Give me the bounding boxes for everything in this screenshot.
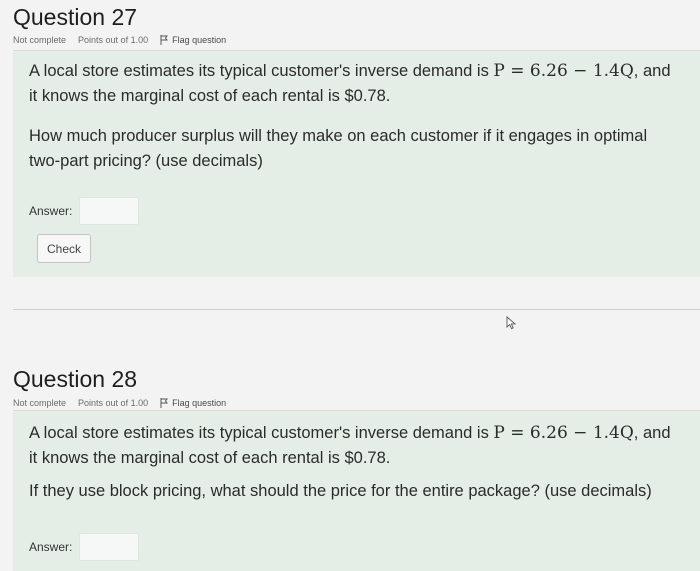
q28-answer-row: Answer: bbox=[29, 533, 139, 561]
q27-answer-input[interactable] bbox=[79, 197, 139, 225]
q28-answer-label: Answer: bbox=[29, 540, 73, 554]
question-27-title: Question 27 bbox=[13, 4, 138, 30]
q27-line1-end: , and bbox=[633, 62, 671, 80]
q27-status: Not complete bbox=[13, 35, 67, 45]
question-28-meta: Not complete Points out of 1.00 Flag que… bbox=[13, 398, 226, 408]
q27-formula: P = 6.26 − 1.4Q bbox=[493, 61, 634, 81]
q28-line2: it knows the marginal cost of each renta… bbox=[29, 449, 391, 467]
question-28-box: A local store estimates its typical cust… bbox=[13, 410, 700, 571]
q27-flag-question[interactable]: Flag question bbox=[160, 35, 226, 45]
q27-flag-label: Flag question bbox=[172, 35, 227, 45]
q27-question-text: A local store estimates its typical cust… bbox=[29, 59, 686, 174]
q27-points: Points out of 1.00 bbox=[78, 35, 149, 45]
q28-points: Points out of 1.00 bbox=[78, 398, 149, 408]
question-27-meta: Not complete Points out of 1.00 Flag que… bbox=[13, 35, 226, 45]
q27-check-button[interactable]: Check bbox=[37, 234, 91, 263]
q27-answer-label: Answer: bbox=[29, 204, 73, 218]
mouse-cursor-icon bbox=[506, 316, 517, 330]
q27-prompt-line1: How much producer surplus will they make… bbox=[29, 127, 648, 145]
q28-prompt-line1: If they use block pricing, what should t… bbox=[29, 482, 652, 500]
q28-formula: P = 6.26 − 1.4Q bbox=[493, 423, 634, 443]
q27-line1: A local store estimates its typical cust… bbox=[29, 62, 494, 80]
q28-answer-input[interactable] bbox=[79, 533, 139, 561]
flag-icon bbox=[160, 35, 169, 45]
q28-status: Not complete bbox=[13, 398, 67, 408]
q28-flag-question[interactable]: Flag question bbox=[160, 398, 226, 408]
q27-answer-row: Answer: bbox=[29, 197, 139, 225]
question-28-title: Question 28 bbox=[13, 366, 138, 392]
flag-icon bbox=[160, 398, 169, 408]
section-divider bbox=[13, 309, 700, 310]
q28-line1-end: , and bbox=[633, 424, 671, 442]
q28-line1: A local store estimates its typical cust… bbox=[29, 424, 494, 442]
q28-question-text: A local store estimates its typical cust… bbox=[29, 421, 686, 504]
q27-line2: it knows the marginal cost of each renta… bbox=[29, 87, 391, 105]
q27-prompt-line2: two-part pricing? (use decimals) bbox=[29, 152, 263, 170]
q28-flag-label: Flag question bbox=[172, 398, 227, 408]
question-27-box: A local store estimates its typical cust… bbox=[13, 50, 700, 277]
